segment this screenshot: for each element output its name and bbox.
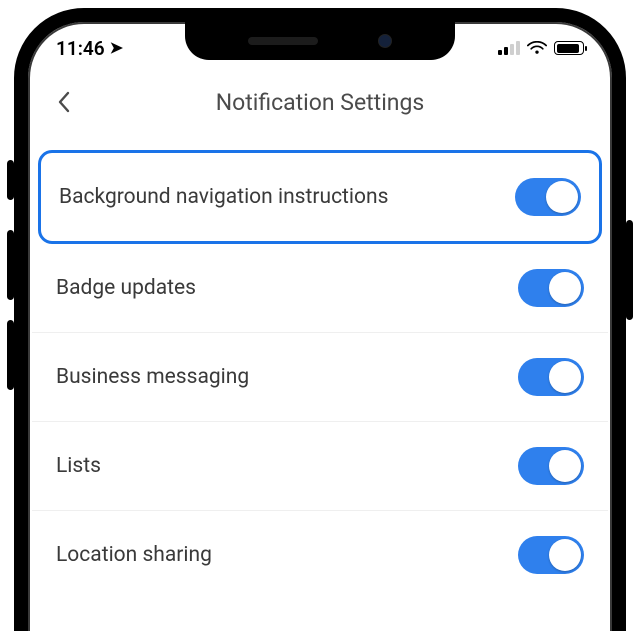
speaker [248, 37, 318, 45]
setting-row-badge-updates: Badge updates [32, 244, 608, 333]
phone-screen: 11:46 ➤ Notificat [14, 8, 626, 631]
toggle-background-navigation[interactable] [515, 178, 581, 216]
page-title: Notification Settings [216, 89, 425, 116]
setting-label: Business messaging [56, 365, 249, 389]
wifi-icon [527, 41, 547, 55]
setting-label: Badge updates [56, 276, 196, 300]
volume-up-button [7, 230, 14, 300]
toggle-knob [549, 272, 581, 304]
cellular-signal-icon [498, 41, 520, 55]
toggle-business-messaging[interactable] [518, 358, 584, 396]
toggle-knob [546, 181, 578, 213]
setting-label: Background navigation instructions [59, 185, 388, 209]
back-button[interactable] [46, 84, 82, 120]
setting-row-background-navigation: Background navigation instructions [38, 150, 602, 244]
battery-icon [554, 41, 584, 55]
page-header: Notification Settings [28, 74, 612, 130]
location-services-icon: ➤ [110, 38, 123, 57]
toggle-badge-updates[interactable] [518, 269, 584, 307]
setting-row-location-sharing: Location sharing [32, 511, 608, 599]
chevron-left-icon [55, 90, 73, 114]
setting-row-business-messaging: Business messaging [32, 333, 608, 422]
notch [185, 22, 455, 60]
front-camera [378, 34, 392, 48]
toggle-knob [549, 361, 581, 393]
toggle-lists[interactable] [518, 447, 584, 485]
mute-switch [7, 160, 14, 200]
power-button [626, 220, 633, 320]
toggle-knob [549, 450, 581, 482]
settings-list: Background navigation instructions Badge… [28, 150, 612, 599]
volume-down-button [7, 320, 14, 390]
toggle-location-sharing[interactable] [518, 536, 584, 574]
setting-label: Lists [56, 454, 101, 478]
status-time: 11:46 [56, 37, 105, 60]
setting-row-lists: Lists [32, 422, 608, 511]
toggle-knob [549, 539, 581, 571]
setting-label: Location sharing [56, 543, 212, 567]
